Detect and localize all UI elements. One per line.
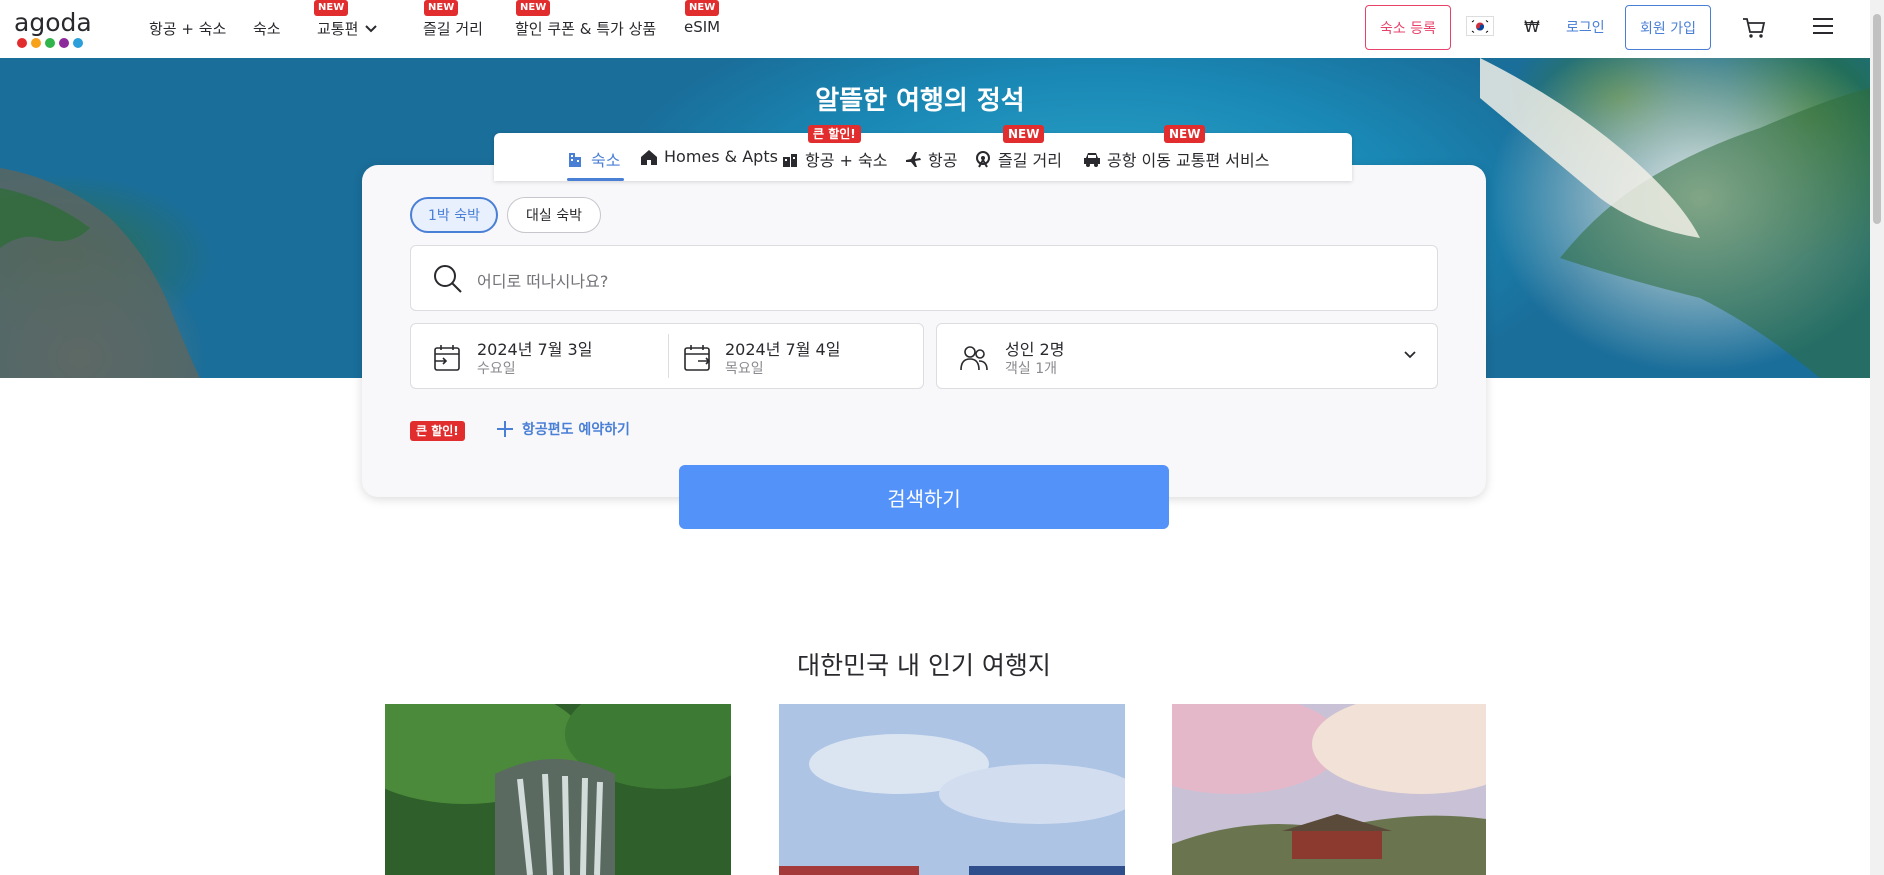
search-icon [434,265,462,293]
nav-activities[interactable]: 즐길 거리 [423,18,483,39]
search-button[interactable]: 검색하기 [679,465,1169,529]
signup-button[interactable]: 회원 가입 [1625,5,1711,50]
section-title: 대한민국 내 인기 여행지 [797,651,1051,680]
plane-icon [906,152,921,167]
hotel-icon [569,153,581,167]
tab-hotels[interactable]: 숙소 [567,147,620,171]
guests-icon [960,346,988,371]
new-badge: NEW [314,0,349,16]
tab-airport-transfer[interactable]: 공항 이동 교통편 서비스 [1083,147,1269,171]
login-link[interactable]: 로그인 [1566,17,1605,37]
checkout-date: 2024년 7월 4일 [725,340,841,359]
active-tab-indicator [567,178,624,181]
cart-icon[interactable] [1742,17,1766,39]
checkin-field[interactable]: 2024년 7월 3일 수요일 [411,324,666,388]
date-picker: 2024년 7월 3일 수요일 2024년 7월 4일 목요일 [410,323,924,389]
language-flag-button[interactable] [1466,16,1494,36]
checkout-day: 목요일 [725,361,764,377]
korea-flag-icon [1469,18,1491,34]
tab-flight-hotel-label: 항공 + 숙소 [805,151,888,170]
nav-deals[interactable]: 할인 쿠폰 & 특가 상품 [515,18,656,39]
currency-button[interactable]: ₩ [1524,17,1540,36]
page-scrollbar[interactable] [1870,0,1884,875]
destination-search-box[interactable]: 어디로 떠나시나요? [410,245,1438,311]
scrollbar-thumb[interactable] [1873,14,1881,224]
flight-hotel-icon [783,154,797,167]
add-flight-toggle[interactable]: 항공편도 예약하기 [496,419,630,439]
new-badge: NEW [424,0,459,16]
city-photo [779,704,1125,875]
calendar-checkin-icon [434,345,460,371]
top-header: agoda 항공 + 숙소 숙소 NEW 교통편 NEW 즐길 거리 NEW 할… [0,0,1870,58]
stay-type-overnight[interactable]: 1박 숙박 [410,197,498,233]
plus-icon [497,421,513,437]
tab-homes-label: Homes & Apts [664,147,778,166]
agoda-logo[interactable]: agoda [14,8,94,50]
tab-flights-label: 항공 [928,151,958,170]
add-flight-label: 항공편도 예약하기 [522,422,630,438]
hero-title: 알뜰한 여행의 정석 [815,86,1025,116]
new-badge: NEW [1164,125,1206,143]
destination-card-busan[interactable] [1172,704,1486,875]
stay-type-dayuse[interactable]: 대실 숙박 [507,197,601,233]
tab-airport-transfer-label: 공항 이동 교통편 서비스 [1107,151,1270,170]
logo-dots [17,38,83,48]
nav-transport-label: 교통편 [317,20,359,38]
logo-text: agoda [14,8,92,37]
nav-hotels[interactable]: 숙소 [253,18,281,39]
new-badge: NEW [685,0,720,16]
tab-homes[interactable]: Homes & Apts [640,147,778,166]
tab-flight-hotel[interactable]: 항공 + 숙소 [781,147,887,171]
search-input-placeholder: 어디로 떠나시나요? [477,272,609,291]
big-discount-badge: 큰 할인! [808,125,861,143]
tab-activities[interactable]: 즐길 거리 [974,147,1062,171]
big-discount-badge: 큰 할인! [410,421,465,441]
list-property-button[interactable]: 숙소 등록 [1365,5,1451,50]
calendar-checkout-icon [684,345,711,371]
chevron-down-icon [1404,351,1416,359]
waterfall-photo [385,704,731,875]
guests-rooms-selector[interactable]: 성인 2명 객실 1개 [936,323,1438,389]
nav-transport[interactable]: 교통편 [317,18,378,39]
chevron-down-icon [365,24,378,32]
tab-activities-label: 즐길 거리 [998,151,1062,170]
logo-dot [59,38,69,48]
tab-hotels-label: 숙소 [591,151,621,170]
new-badge: NEW [1003,125,1045,143]
destination-card-jeju[interactable] [385,704,731,875]
checkout-field[interactable]: 2024년 7월 4일 목요일 [669,324,924,388]
logo-dot [45,38,55,48]
logo-dot [73,38,83,48]
checkin-date: 2024년 7월 3일 [477,340,593,359]
nav-esim[interactable]: eSIM [684,18,720,36]
logo-dot [17,38,27,48]
home-icon [641,149,657,165]
nav-flight-hotel[interactable]: 항공 + 숙소 [149,18,226,39]
temple-photo [1172,704,1486,875]
car-icon [1084,153,1100,167]
tab-flights[interactable]: 항공 [904,147,957,171]
room-count: 객실 1개 [1005,361,1057,377]
destination-card-seoul[interactable] [779,704,1125,875]
guest-count: 성인 2명 [1005,340,1065,359]
checkin-day: 수요일 [477,361,516,377]
menu-icon[interactable] [1812,16,1834,36]
logo-dot [31,38,41,48]
new-badge: NEW [516,0,551,16]
ferris-wheel-icon [976,151,990,168]
